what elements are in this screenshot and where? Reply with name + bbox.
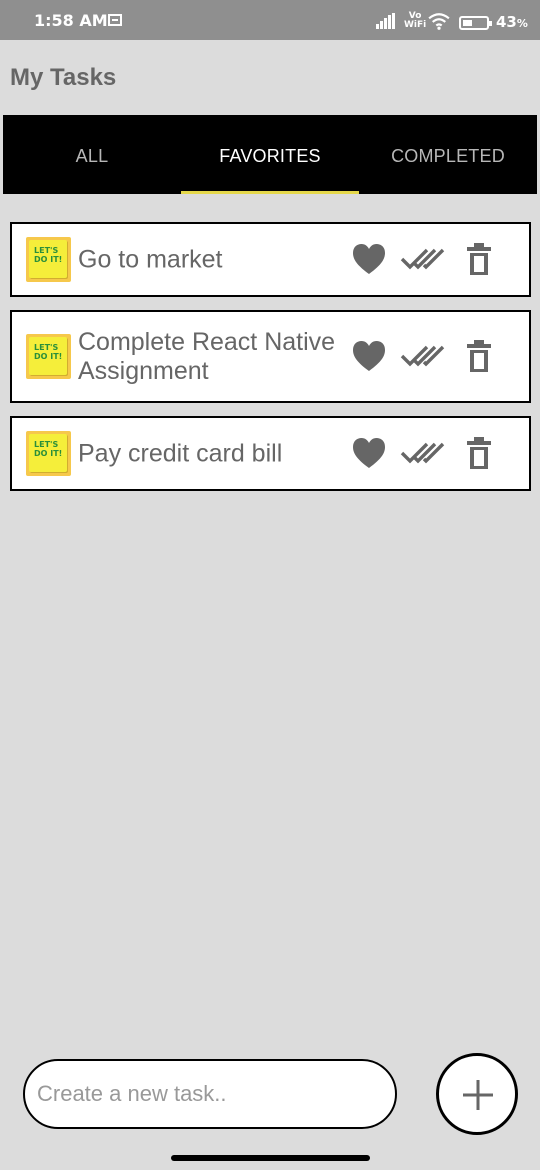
heart-icon[interactable] (351, 435, 387, 473)
signal-icon (376, 13, 398, 29)
double-check-icon[interactable] (399, 338, 445, 376)
status-bar: 1:58 AM Vo WiFi 43% (0, 0, 540, 40)
task-actions (351, 435, 511, 473)
tab-completed[interactable]: COMPLETED (359, 115, 537, 194)
battery-level (463, 20, 472, 26)
task-list: LET'S DO IT! Go to market LET'S DO IT! C… (10, 222, 531, 504)
task-title: Complete React Native Assignment (78, 327, 336, 385)
double-check-icon[interactable] (399, 241, 445, 279)
task-thumbnail: LET'S DO IT! (26, 430, 71, 476)
trash-icon[interactable] (466, 338, 492, 376)
task-thumbnail-text: LET'S DO IT! (34, 439, 63, 458)
battery-icon (459, 16, 492, 30)
tab-bar: ALL FAVORITES COMPLETED (3, 115, 537, 194)
status-time: 1:58 AM (34, 11, 108, 30)
task-title: Go to market (78, 245, 223, 273)
new-task-field[interactable] (23, 1059, 397, 1129)
task-thumbnail-text: LET'S DO IT! (34, 342, 63, 361)
heart-icon[interactable] (351, 338, 387, 376)
active-tab-indicator (181, 191, 359, 194)
task-thumbnail: LET'S DO IT! (26, 236, 71, 282)
wifi-icon (428, 13, 450, 30)
home-indicator (171, 1155, 370, 1161)
task-card[interactable]: LET'S DO IT! Pay credit card bill (10, 416, 531, 491)
new-task-input[interactable] (37, 1061, 377, 1127)
task-thumbnail: LET'S DO IT! (26, 333, 71, 379)
task-card[interactable]: LET'S DO IT! Complete React Native Assig… (10, 310, 531, 403)
vowifi-wifi-label: WiFi (404, 20, 427, 30)
trash-icon[interactable] (466, 435, 492, 473)
task-actions (351, 338, 511, 376)
task-thumbnail-text: LET'S DO IT! (34, 245, 63, 264)
task-card[interactable]: LET'S DO IT! Go to market (10, 222, 531, 297)
battery-percent: 43% (496, 13, 528, 31)
plus-icon (463, 1080, 493, 1110)
vowifi-icon: Vo WiFi (404, 12, 426, 30)
task-actions (351, 241, 511, 279)
page-title: My Tasks (10, 64, 117, 91)
task-title: Pay credit card bill (78, 439, 283, 467)
trash-icon[interactable] (466, 241, 492, 279)
notification-icon (108, 14, 122, 26)
tab-all[interactable]: ALL (3, 115, 181, 194)
double-check-icon[interactable] (399, 435, 445, 473)
add-task-button[interactable] (436, 1053, 518, 1135)
heart-icon[interactable] (351, 241, 387, 279)
tab-favorites[interactable]: FAVORITES (181, 115, 359, 194)
